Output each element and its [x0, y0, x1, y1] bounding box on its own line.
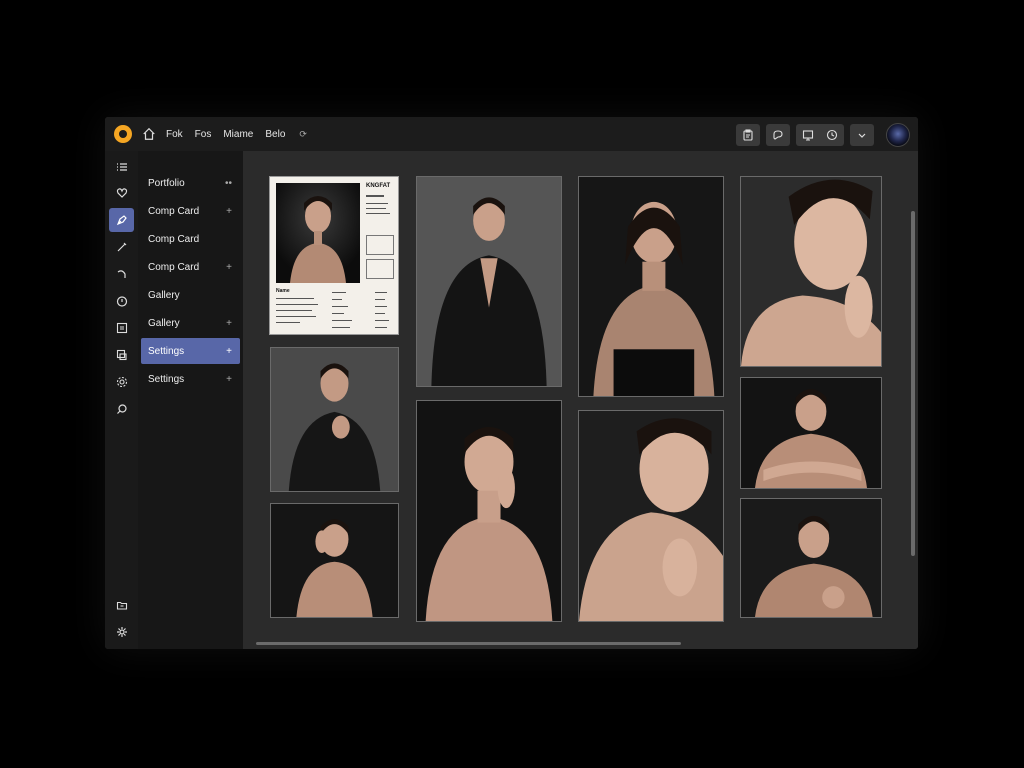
- nav-item-add[interactable]: +: [226, 262, 232, 273]
- nav-item-label: Comp Card: [148, 233, 200, 245]
- nav-item-portfolio[interactable]: Portfolio ••: [141, 170, 240, 196]
- nav-item-label: Settings: [148, 373, 185, 385]
- nav-item-add[interactable]: +: [226, 374, 232, 385]
- comment-icon: [773, 130, 783, 140]
- curve-icon[interactable]: [109, 262, 134, 286]
- menu-item-fos[interactable]: Fos: [195, 129, 212, 140]
- menu-item-miame[interactable]: Miame: [223, 129, 253, 140]
- layers-icon[interactable]: [109, 343, 134, 367]
- nav-item-label: Portfolio: [148, 177, 185, 189]
- gallery-photo[interactable]: [270, 347, 399, 492]
- menu-item-fok[interactable]: Fok: [166, 129, 183, 140]
- vertical-scrollbar[interactable]: [911, 211, 915, 556]
- app-window: Fok Fos Miame Belo ⟳ Portfolio •• Comp C…: [105, 117, 918, 649]
- chevron-down-icon: [858, 133, 866, 138]
- nav-item-gallery[interactable]: Gallery: [141, 282, 240, 308]
- gallery-photo[interactable]: [578, 410, 724, 622]
- nav-item-settings[interactable]: Settings +: [141, 338, 240, 364]
- gear-icon[interactable]: [109, 620, 134, 644]
- screen-button[interactable]: [796, 124, 820, 146]
- home-icon[interactable]: [142, 127, 156, 141]
- nav-item-more[interactable]: ••: [225, 178, 232, 189]
- image-grid-icon[interactable]: [109, 316, 134, 340]
- clipboard-icon: [743, 129, 753, 141]
- nav-item-label: Comp Card: [148, 205, 200, 217]
- comp-card-photo: [276, 183, 360, 283]
- heart-icon[interactable]: [109, 181, 134, 205]
- comment-button[interactable]: [766, 124, 790, 146]
- comp-card-stat-box: [366, 259, 394, 279]
- nav-item-label: Gallery: [148, 289, 180, 301]
- gallery-canvas: KNGFAT Name: [243, 151, 918, 649]
- menu-item-belo[interactable]: Belo: [265, 129, 285, 140]
- gallery-photo[interactable]: [740, 176, 882, 367]
- folder-icon[interactable]: [109, 593, 134, 617]
- screen-icon: [802, 130, 814, 141]
- comp-card-stat-box: [366, 235, 394, 255]
- more-button[interactable]: [850, 124, 874, 146]
- nav-item-gallery[interactable]: Gallery +: [141, 310, 240, 336]
- brush-icon[interactable]: [109, 235, 134, 259]
- top-bar: Fok Fos Miame Belo ⟳: [105, 117, 918, 151]
- nav-panel: Portfolio •• Comp Card + Comp Card Comp …: [138, 151, 243, 649]
- nav-item-comp-card[interactable]: Comp Card +: [141, 198, 240, 224]
- gallery-photo[interactable]: [740, 377, 882, 489]
- nav-item-label: Settings: [148, 345, 185, 357]
- gallery-photo[interactable]: [740, 498, 882, 618]
- comp-card-title: KNGFAT: [366, 183, 391, 189]
- view-toggle-group: [796, 124, 844, 146]
- search-icon[interactable]: [109, 397, 134, 421]
- history-button[interactable]: [820, 124, 844, 146]
- top-menu: Fok Fos Miame Belo: [166, 129, 285, 140]
- nav-item-label: Comp Card: [148, 261, 200, 273]
- nav-item-label: Gallery: [148, 317, 180, 329]
- toolbar: [736, 123, 910, 147]
- gallery-photo[interactable]: [416, 176, 562, 387]
- timer-icon[interactable]: [109, 289, 134, 313]
- gallery-photo[interactable]: [270, 503, 399, 618]
- icon-rail: [105, 151, 138, 649]
- gallery-photo[interactable]: [416, 400, 562, 622]
- nav-item-add[interactable]: +: [226, 206, 232, 217]
- list-icon[interactable]: [109, 155, 134, 179]
- user-avatar[interactable]: [886, 123, 910, 147]
- nav-item-settings[interactable]: Settings +: [141, 366, 240, 392]
- clipboard-button[interactable]: [736, 124, 760, 146]
- pen-nib-icon[interactable]: [109, 208, 134, 232]
- nav-item-add[interactable]: +: [226, 318, 232, 329]
- comp-card-name-label: Name: [276, 288, 290, 294]
- clock-icon: [826, 129, 838, 141]
- app-logo-icon[interactable]: [114, 125, 132, 143]
- nav-item-comp-card[interactable]: Comp Card +: [141, 254, 240, 280]
- horizontal-scrollbar[interactable]: [256, 642, 681, 645]
- nav-item-comp-card[interactable]: Comp Card: [141, 226, 240, 252]
- settings-cog-icon[interactable]: [109, 370, 134, 394]
- refresh-icon[interactable]: ⟳: [299, 129, 307, 140]
- nav-item-add[interactable]: +: [226, 346, 232, 357]
- comp-card-preview[interactable]: KNGFAT Name: [269, 176, 399, 335]
- gallery-photo[interactable]: [578, 176, 724, 397]
